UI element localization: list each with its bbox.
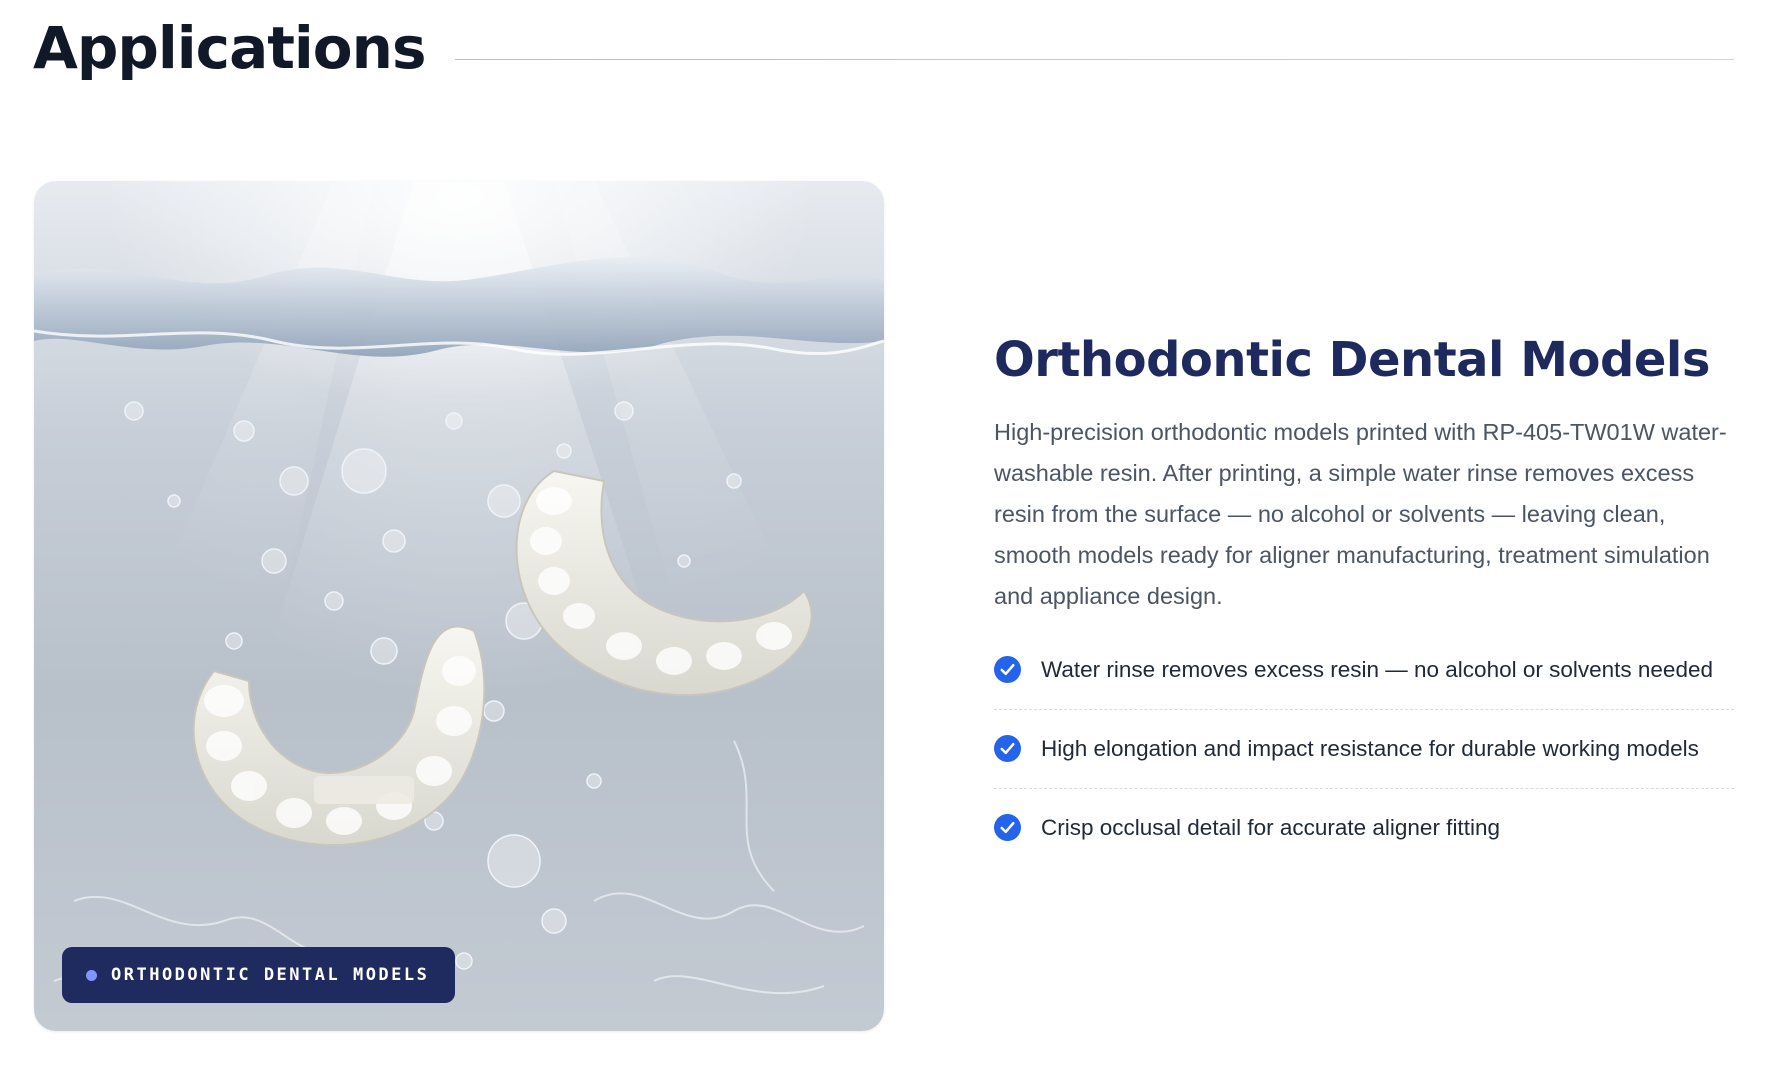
check-circle-icon: [994, 656, 1021, 683]
feature-list: Water rinse removes excess resin — no al…: [994, 653, 1734, 867]
feature-item: Water rinse removes excess resin — no al…: [994, 653, 1734, 710]
feature-text: High elongation and impact resistance fo…: [1041, 736, 1699, 761]
application-content: Orthodontic Dental Models High-precision…: [994, 330, 1734, 889]
section-title: Applications: [33, 14, 426, 82]
badge-dot-icon: [86, 969, 97, 981]
section-header: Applications: [33, 8, 1734, 88]
application-image-card: ORTHODONTIC DENTAL MODELS: [34, 181, 884, 1031]
check-circle-icon: [994, 735, 1021, 762]
application-description: High-precision orthodontic models printe…: [994, 419, 1727, 609]
feature-text: Crisp occlusal detail for accurate align…: [1041, 815, 1500, 840]
check-circle-icon: [994, 814, 1021, 841]
applications-section: Applications ORTHODONTIC DENTAL MODELS O…: [0, 0, 1767, 1077]
dental-models-in-water-image: [34, 181, 884, 997]
feature-text: Water rinse removes excess resin — no al…: [1041, 657, 1713, 682]
feature-item: Crisp occlusal detail for accurate align…: [994, 811, 1734, 867]
application-title: Orthodontic Dental Models: [994, 332, 1710, 388]
header-divider: [455, 58, 1734, 60]
image-caption-badge: ORTHODONTIC DENTAL MODELS: [62, 947, 456, 1003]
feature-item: High elongation and impact resistance fo…: [994, 732, 1734, 789]
badge-label: ORTHODONTIC DENTAL MODELS: [111, 965, 430, 985]
